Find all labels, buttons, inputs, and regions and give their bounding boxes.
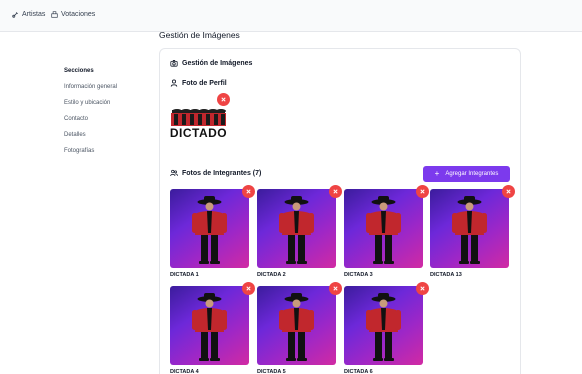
- member-name: DICTADA 2: [257, 272, 286, 278]
- close-icon: [333, 189, 338, 194]
- close-icon: [333, 286, 338, 291]
- sidebar-item-detalles[interactable]: Detalles: [64, 132, 117, 139]
- delete-member-photo-button[interactable]: [242, 282, 255, 295]
- page-title: Gestión de Imágenes: [159, 30, 240, 40]
- delete-member-photo-button[interactable]: [416, 185, 429, 198]
- close-icon: [246, 189, 251, 194]
- sidebar-item-fotografias[interactable]: Fotografías: [64, 148, 117, 155]
- member-name: DICTADA 4: [170, 369, 199, 374]
- member-photo: [430, 189, 509, 268]
- member-photo: [257, 286, 336, 365]
- close-icon: [506, 189, 511, 194]
- add-members-label: Agregar Integrantes: [445, 171, 499, 177]
- members-title: Fotos de Integrantes (7): [170, 169, 261, 177]
- member-figure: [192, 293, 227, 361]
- sidebar-item-estilo-ubicacion[interactable]: Estilo y ubicación: [64, 100, 117, 107]
- plus-icon: +: [434, 169, 440, 178]
- sections-heading: Secciones: [64, 68, 94, 74]
- member-photo: [344, 286, 423, 365]
- member-name: DICTADA 1: [170, 272, 199, 278]
- profile-photo-title: Foto de Perfil: [170, 79, 227, 87]
- sidebar-item-contacto[interactable]: Contacto: [64, 116, 117, 123]
- add-members-button[interactable]: + Agregar Integrantes: [423, 166, 510, 182]
- delete-member-photo-button[interactable]: [502, 185, 515, 198]
- delete-member-photo-button[interactable]: [329, 185, 342, 198]
- band-logo: DICTADO: [170, 109, 227, 142]
- member-name: DICTADA 13: [430, 272, 462, 278]
- nav-votaciones[interactable]: Votaciones: [51, 11, 95, 18]
- member-figure: [366, 293, 401, 361]
- top-navigation-bar: Artistas Votaciones: [0, 0, 582, 32]
- member-name: DICTADA 3: [344, 272, 373, 278]
- ballot-icon: [51, 11, 58, 18]
- member-name: DICTADA 5: [257, 369, 286, 374]
- member-figure: [279, 293, 314, 361]
- close-icon: [246, 286, 251, 291]
- close-icon: [420, 189, 425, 194]
- nav-votaciones-label: Votaciones: [61, 11, 96, 18]
- close-icon: [420, 286, 425, 291]
- profile-photo-title-label: Foto de Perfil: [182, 79, 227, 87]
- member-photo: [344, 189, 423, 268]
- card-title: Gestión de Imágenes: [170, 59, 252, 67]
- member-photo: [170, 286, 249, 365]
- members-title-label: Fotos de Integrantes (7): [182, 169, 262, 177]
- sections-sidebar: Secciones Información general Estilo y u…: [64, 68, 117, 164]
- band-logo-text: DICTADO: [170, 126, 227, 140]
- camera-icon: [170, 60, 178, 67]
- nav-artistas-label: Artistas: [22, 11, 46, 18]
- member-figure: [279, 196, 314, 264]
- member-photo: [170, 189, 249, 268]
- member-name: DICTADA 6: [344, 369, 373, 374]
- delete-member-photo-button[interactable]: [416, 282, 429, 295]
- profile-photo: DICTADO: [170, 99, 227, 152]
- member-figure: [192, 196, 227, 264]
- sidebar-item-informacion-general[interactable]: Información general: [64, 84, 117, 91]
- card-title-label: Gestión de Imágenes: [182, 59, 253, 67]
- nav-artistas[interactable]: Artistas: [12, 11, 45, 18]
- user-icon: [170, 79, 178, 87]
- member-figure: [452, 196, 487, 264]
- delete-member-photo-button[interactable]: [242, 185, 255, 198]
- member-figure: [366, 196, 401, 264]
- delete-member-photo-button[interactable]: [329, 282, 342, 295]
- close-icon: [221, 97, 226, 102]
- guitar-icon: [12, 12, 18, 18]
- users-icon: [170, 169, 178, 177]
- member-photo: [257, 189, 336, 268]
- delete-profile-photo-button[interactable]: [217, 93, 230, 106]
